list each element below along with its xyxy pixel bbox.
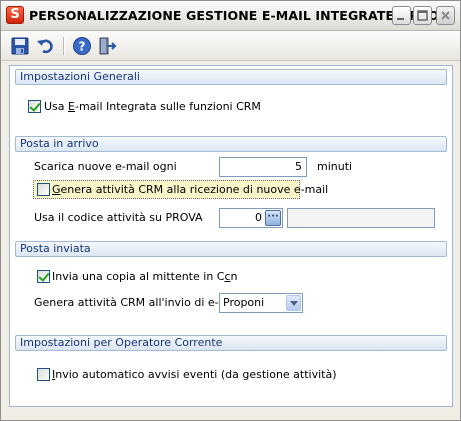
undo-button[interactable] xyxy=(35,36,55,56)
maximize-button[interactable] xyxy=(413,6,432,25)
auto-notify-label[interactable]: Invio automatico avvisi eventi (da gesti… xyxy=(52,368,337,382)
group-header-incoming: Posta in arrivo xyxy=(15,136,447,152)
close-button[interactable] xyxy=(436,6,455,25)
undo-icon xyxy=(37,39,53,54)
exit-icon xyxy=(99,37,117,55)
activity-code-label: Usa il codice attività su PROVA xyxy=(34,211,203,224)
label-part: -mail Integrata sulle funzioni CRM xyxy=(74,100,261,113)
download-interval-label: Scarica nuove e-mail ogni xyxy=(34,160,177,173)
auto-notify-checkbox[interactable] xyxy=(37,368,50,381)
exit-button[interactable] xyxy=(97,36,117,56)
generate-on-send-value: Proponi xyxy=(223,296,265,309)
svg-text:?: ? xyxy=(79,40,86,54)
settings-panel: Impostazioni Generali Usa E-mail Integra… xyxy=(9,65,453,407)
label-part: n xyxy=(230,270,238,283)
close-icon xyxy=(441,11,450,20)
save-icon xyxy=(11,37,29,55)
generate-on-send-select[interactable]: Proponi xyxy=(219,293,303,313)
help-icon: ? xyxy=(73,37,91,55)
group-general-settings: Impostazioni Generali Usa E-mail Integra… xyxy=(15,69,447,124)
activity-code-value: 0 xyxy=(255,211,262,224)
label-part: enera attività CRM alla ricezione di nuo… xyxy=(60,183,329,196)
mnemonic: E xyxy=(68,100,75,113)
title-bar[interactable]: S PERSONALIZZAZIONE GESTIONE E-MAIL INTE… xyxy=(1,1,460,31)
toolbar-separator xyxy=(63,37,65,55)
send-copy-label[interactable]: Invia una copia al mittente in Ccn xyxy=(52,270,238,284)
activity-code-lookup-button[interactable]: ··· xyxy=(265,210,281,226)
generate-activity-on-receive-label[interactable]: Genera attività CRM alla ricezione di nu… xyxy=(52,183,328,197)
group-incoming-mail: Posta in arrivo Scarica nuove e-mail ogn… xyxy=(15,136,447,238)
minimize-button[interactable] xyxy=(392,6,411,25)
label-part: Invia una copia al mittente in C xyxy=(52,270,225,283)
dialog-window: S PERSONALIZZAZIONE GESTIONE E-MAIL INTE… xyxy=(0,0,461,421)
use-integrated-email-checkbox[interactable] xyxy=(28,100,41,113)
activity-description-field xyxy=(287,208,435,228)
download-interval-unit: minuti xyxy=(317,160,353,173)
chevron-down-icon[interactable] xyxy=(286,295,301,311)
label-part: nvio automatico avvisi eventi (da gestio… xyxy=(55,368,337,381)
save-button[interactable] xyxy=(10,36,30,56)
label-part: Usa xyxy=(44,100,69,113)
group-header-operator: Impostazioni per Operatore Corrente xyxy=(15,335,447,351)
mnemonic: G xyxy=(52,183,61,196)
group-outgoing-mail: Posta inviata Invia una copia al mittent… xyxy=(15,241,447,321)
window-title: PERSONALIZZAZIONE GESTIONE E-MAIL INTEGR… xyxy=(29,8,454,23)
use-integrated-email-label[interactable]: Usa E-mail Integrata sulle funzioni CRM xyxy=(44,100,261,114)
generate-activity-on-receive-checkbox[interactable] xyxy=(37,183,50,196)
maximize-icon xyxy=(417,10,428,21)
app-icon: S xyxy=(6,6,24,24)
help-button[interactable]: ? xyxy=(72,36,92,56)
send-copy-checkbox[interactable] xyxy=(37,270,50,283)
generate-on-send-label: Genera attività CRM all'invio di e-mail xyxy=(34,296,243,309)
minimize-icon xyxy=(397,18,404,20)
group-current-operator: Impostazioni per Operatore Corrente Invi… xyxy=(15,335,447,395)
toolbar: ? xyxy=(1,31,460,61)
download-interval-input[interactable]: 5 xyxy=(219,157,307,177)
group-header-outgoing: Posta inviata xyxy=(15,241,447,257)
group-header-general: Impostazioni Generali xyxy=(15,69,447,85)
